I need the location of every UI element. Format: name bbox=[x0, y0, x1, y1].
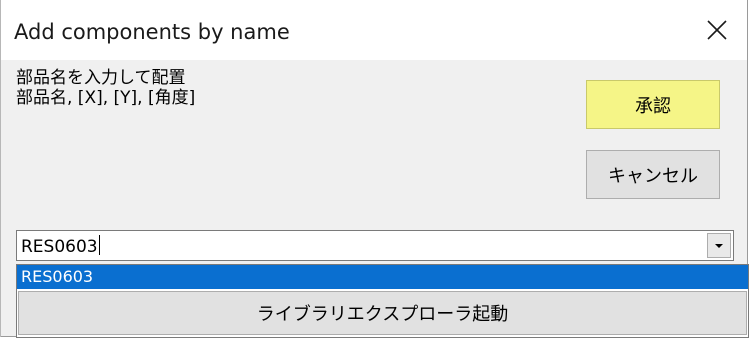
ok-button[interactable]: 承認 bbox=[586, 80, 720, 129]
instruction-line-1: 部品名を入力して配置 bbox=[16, 68, 186, 88]
combo-dropdown-button[interactable] bbox=[707, 233, 731, 258]
component-name-combobox[interactable]: RES0603 bbox=[16, 230, 734, 261]
dialog-title: Add components by name bbox=[14, 20, 290, 44]
cancel-button[interactable]: キャンセル bbox=[586, 150, 720, 199]
component-name-value: RES0603 bbox=[21, 237, 98, 257]
text-caret bbox=[98, 235, 100, 255]
title-bar: Add components by name bbox=[0, 0, 747, 60]
dropdown-item-res0603[interactable]: RES0603 bbox=[17, 265, 748, 289]
close-icon bbox=[707, 20, 727, 40]
combo-dropdown-list: RES0603 ライブラリエクスプローラ起動 bbox=[16, 264, 749, 338]
chevron-down-icon bbox=[715, 243, 723, 248]
instruction-line-2: 部品名, [X], [Y], [角度] bbox=[16, 88, 196, 108]
window-border bbox=[0, 0, 1, 337]
close-button[interactable] bbox=[687, 0, 747, 60]
launch-library-explorer-button[interactable]: ライブラリエクスプローラ起動 bbox=[18, 291, 747, 335]
add-components-dialog: Add components by name 部品名を入力して配置 部品名, [… bbox=[0, 0, 749, 338]
component-name-input[interactable]: RES0603 bbox=[21, 235, 100, 257]
